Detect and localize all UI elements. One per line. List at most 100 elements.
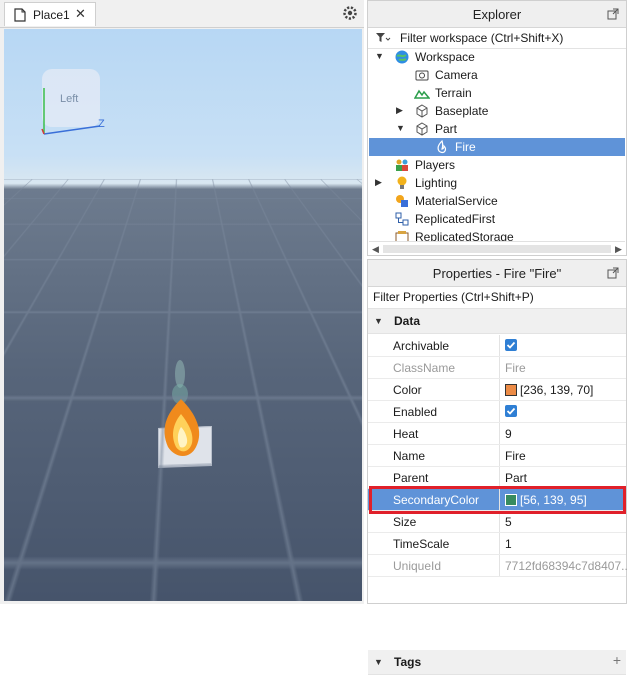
property-name: Size — [393, 515, 417, 529]
property-value[interactable]: [236, 139, 70] — [520, 383, 593, 397]
undock-icon[interactable] — [607, 8, 619, 20]
property-row-color[interactable]: Color [236, 139, 70] — [368, 379, 626, 401]
section-tags[interactable]: ▼ Tags + — [368, 650, 626, 675]
tree-item-label: Terrain — [435, 86, 472, 100]
explorer-filter-placeholder: Filter workspace (Ctrl+Shift+X) — [400, 31, 564, 45]
tree-item-label: Players — [415, 158, 456, 172]
tree-item-workspace[interactable]: ▼ Workspace — [369, 48, 625, 66]
tree-item-label: Baseplate — [435, 104, 489, 118]
chevron-down-icon[interactable]: ▼ — [374, 657, 383, 667]
explorer-panel: Explorer Filter workspace (Ctrl+Shift+X)… — [367, 0, 627, 256]
property-row-classname[interactable]: ClassName Fire — [368, 357, 626, 379]
explorer-title: Explorer — [472, 7, 522, 22]
players-icon — [396, 159, 408, 171]
property-name: ClassName — [393, 361, 456, 375]
properties-header: Properties - Fire "Fire" — [368, 260, 626, 287]
properties-filter[interactable]: Filter Properties (Ctrl+Shift+P) — [368, 287, 626, 309]
chevron-down-icon[interactable]: ▼ — [374, 316, 383, 326]
scroll-left-icon[interactable]: ◀ — [372, 244, 379, 255]
tree-item-fire[interactable]: Fire — [369, 138, 625, 156]
enabled-checkbox[interactable] — [505, 405, 517, 417]
properties-panel: Properties - Fire "Fire" Filter Properti… — [367, 259, 627, 675]
property-value[interactable]: Part — [505, 471, 527, 485]
property-row-timescale[interactable]: TimeScale 1 — [368, 533, 626, 555]
tree-item-label: Fire — [455, 140, 476, 154]
section-title: Tags — [394, 655, 422, 669]
properties-title: Properties - Fire "Fire" — [432, 266, 562, 281]
tree-item-camera[interactable]: Camera — [369, 66, 625, 84]
chevron-down-icon[interactable]: ▼ — [396, 123, 406, 133]
tree-item-baseplate[interactable]: ▶ Baseplate — [369, 102, 625, 120]
property-name: Archivable — [393, 339, 450, 353]
gear-icon[interactable] — [341, 4, 359, 22]
tree-item-label: Workspace — [415, 50, 475, 64]
tree-item-materialservice[interactable]: MaterialService — [369, 192, 625, 210]
property-name: TimeScale — [393, 537, 450, 551]
explorer-horizontal-scrollbar[interactable]: ◀ ▶ — [369, 241, 625, 256]
fire-effect — [164, 360, 200, 456]
tree-item-label: ReplicatedStorage — [415, 230, 514, 241]
section-data[interactable]: ▼ Data — [368, 309, 626, 334]
property-row-enabled[interactable]: Enabled — [368, 401, 626, 423]
tree-item-label: Lighting — [415, 176, 458, 190]
replicated-storage-icon — [395, 231, 409, 241]
tab-title: Place1 — [33, 8, 70, 22]
property-value[interactable]: Fire — [505, 449, 526, 463]
property-value: 7712fd68394c7d8407... — [505, 559, 627, 573]
3d-viewport[interactable]: Left Z — [4, 29, 362, 601]
tree-item-label: Camera — [435, 68, 478, 82]
tree-item-replicatedfirst[interactable]: ReplicatedFirst — [369, 210, 625, 228]
replicated-first-icon — [395, 212, 409, 226]
scroll-right-icon[interactable]: ▶ — [615, 244, 622, 255]
property-name: Heat — [393, 427, 419, 441]
terrain-icon — [414, 89, 430, 99]
annotation-highlight-box — [369, 486, 626, 514]
property-name: Color — [393, 383, 422, 397]
property-value[interactable]: 1 — [505, 537, 512, 551]
section-title: Data — [394, 314, 421, 328]
color-swatch[interactable] — [505, 384, 517, 396]
filter-icon[interactable] — [375, 32, 391, 44]
property-name: UniqueId — [393, 559, 442, 573]
tree-item-part[interactable]: ▼ Part — [369, 120, 625, 138]
tab-bar: Place1 ✕ — [0, 0, 364, 28]
archivable-checkbox[interactable] — [505, 339, 517, 351]
property-row-size[interactable]: Size 5 — [368, 511, 626, 533]
explorer-header: Explorer — [368, 1, 626, 28]
property-row-name[interactable]: Name Fire — [368, 445, 626, 467]
tree-item-players[interactable]: Players — [369, 156, 625, 174]
tree-item-replicatedstorage[interactable]: ReplicatedStorage — [369, 228, 625, 241]
chevron-down-icon[interactable]: ▼ — [375, 51, 385, 61]
workspace-globe-icon — [395, 50, 409, 64]
property-name: Name — [393, 449, 426, 463]
add-tag-icon[interactable]: + — [613, 652, 621, 668]
chevron-right-icon[interactable]: ▶ — [396, 105, 406, 115]
tab-close-icon[interactable]: ✕ — [75, 6, 86, 22]
chevron-right-icon[interactable]: ▶ — [375, 177, 385, 187]
material-service-icon — [396, 195, 408, 207]
tree-item-lighting[interactable]: ▶ Lighting — [369, 174, 625, 192]
property-row-archivable[interactable]: Archivable — [368, 335, 626, 357]
property-name: Enabled — [393, 405, 438, 419]
property-row-heat[interactable]: Heat 9 — [368, 423, 626, 445]
axis-gizmo — [41, 88, 101, 135]
viewport-panel: Place1 ✕ Left Z — [0, 0, 364, 604]
axis-z-label: Z — [98, 118, 105, 130]
tree-item-label: Part — [435, 122, 458, 136]
undock-icon[interactable] — [607, 267, 619, 279]
tree-item-terrain[interactable]: Terrain — [369, 84, 625, 102]
property-row-uniqueid[interactable]: UniqueId 7712fd68394c7d8407... — [368, 555, 627, 577]
property-value: Fire — [505, 361, 526, 375]
explorer-filter[interactable]: Filter workspace (Ctrl+Shift+X) — [368, 28, 626, 49]
document-icon — [14, 8, 26, 22]
property-value[interactable]: 9 — [505, 427, 512, 441]
scrollbar-thumb[interactable] — [383, 245, 611, 253]
part-cube-icon — [416, 122, 428, 136]
property-value[interactable]: 5 — [505, 515, 512, 529]
property-name: Parent — [393, 471, 429, 485]
fire-icon — [437, 139, 447, 154]
camera-icon — [415, 70, 429, 81]
properties-filter-placeholder: Filter Properties (Ctrl+Shift+P) — [373, 290, 534, 304]
tab-place1[interactable]: Place1 ✕ — [4, 2, 96, 26]
lighting-bulb-icon — [397, 176, 407, 189]
